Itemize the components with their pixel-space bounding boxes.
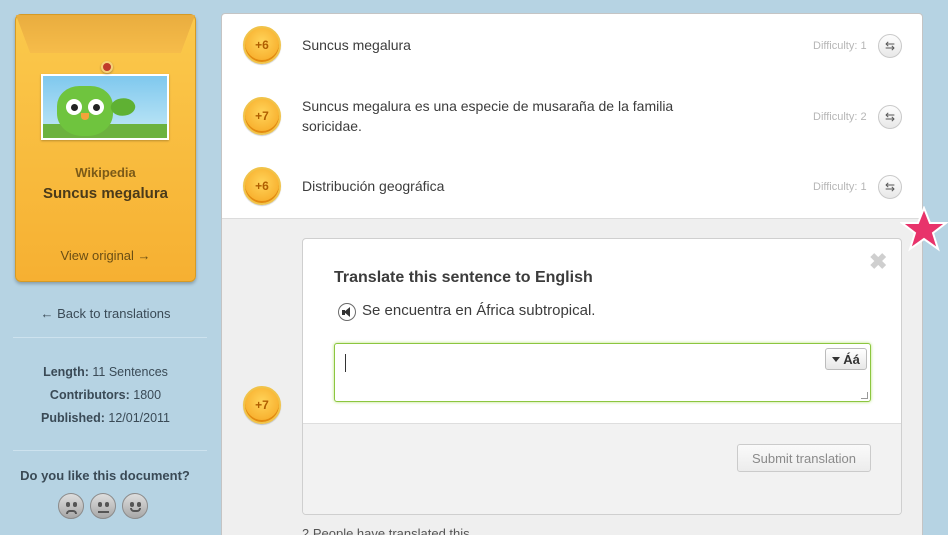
- folder-flap: [16, 15, 195, 53]
- sentence-panel: +6 Suncus megalura Difficulty: 1 ⇆ +7 Su…: [221, 13, 923, 535]
- length-value: 11 Sentences: [92, 365, 168, 379]
- divider: [13, 337, 207, 338]
- difficulty-label: Difficulty: 2: [813, 111, 867, 123]
- published-value: 12/01/2011: [108, 411, 171, 425]
- translation-input[interactable]: Áá: [334, 343, 871, 402]
- published-label: Published:: [40, 411, 105, 425]
- close-icon[interactable]: ✖: [869, 249, 887, 275]
- translate-title: Translate this sentence to English: [334, 269, 593, 286]
- swap-arrows-icon[interactable]: ⇆: [878, 175, 902, 199]
- source-sentence: Se encuentra en África subtropical.: [362, 302, 596, 319]
- contributors-info: Contributors: 1800: [15, 388, 196, 402]
- folder-background: [15, 14, 196, 282]
- translate-box-footer: Submit translation: [303, 423, 901, 514]
- text-caret: [345, 354, 346, 372]
- divider: [13, 450, 207, 451]
- chevron-down-icon: [832, 356, 841, 362]
- back-to-translations-link[interactable]: ← Back to translations: [15, 306, 196, 321]
- source-label: Wikipedia: [75, 165, 136, 180]
- swap-arrows-icon[interactable]: ⇆: [878, 105, 902, 129]
- owl-mascot-icon: [57, 86, 113, 136]
- length-label: Length:: [43, 365, 89, 379]
- translators-count-text: 2 People have translated this: [302, 526, 470, 535]
- translate-box: Submit translation ✖ Translate this sent…: [302, 238, 902, 515]
- document-thumbnail: [41, 74, 169, 140]
- accent-characters-button[interactable]: Áá: [825, 348, 867, 370]
- published-info: Published: 12/01/2011: [15, 411, 196, 425]
- neutral-face-icon[interactable]: [90, 493, 116, 519]
- submit-translation-button[interactable]: Submit translation: [737, 444, 871, 472]
- sentence-text-continued[interactable]: soricidae.: [302, 116, 362, 136]
- pin-icon: [101, 61, 113, 73]
- difficulty-label: Difficulty: 1: [813, 181, 867, 193]
- sentence-text[interactable]: Suncus megalura: [302, 35, 411, 55]
- like-question: Do you like this document?: [20, 468, 190, 483]
- contributors-label: Contributors:: [49, 388, 130, 402]
- points-coin-icon: +6: [243, 167, 281, 205]
- view-original-link[interactable]: View original →: [15, 248, 196, 263]
- points-coin-icon: +6: [243, 26, 281, 64]
- document-card: Wikipedia Suncus megalura View original …: [15, 14, 196, 282]
- difficulty-label: Difficulty: 1: [813, 40, 867, 52]
- swap-arrows-icon[interactable]: ⇆: [878, 34, 902, 58]
- points-coin-icon: +7: [243, 97, 281, 135]
- speaker-icon[interactable]: [338, 303, 356, 321]
- resize-grip-icon[interactable]: [861, 392, 868, 399]
- sad-face-icon[interactable]: [58, 493, 84, 519]
- sentence-text[interactable]: Suncus megalura es una especie de musara…: [302, 96, 673, 116]
- sentence-text[interactable]: Distribución geográfica: [302, 176, 444, 196]
- document-title: Suncus megalura: [42, 185, 169, 202]
- accent-label: Áá: [843, 351, 860, 367]
- happy-face-icon[interactable]: [122, 493, 148, 519]
- contributors-value: 1800: [133, 388, 162, 402]
- star-icon[interactable]: [900, 206, 948, 252]
- points-coin-icon: +7: [243, 386, 281, 424]
- length-info: Length: 11 Sentences: [15, 365, 196, 379]
